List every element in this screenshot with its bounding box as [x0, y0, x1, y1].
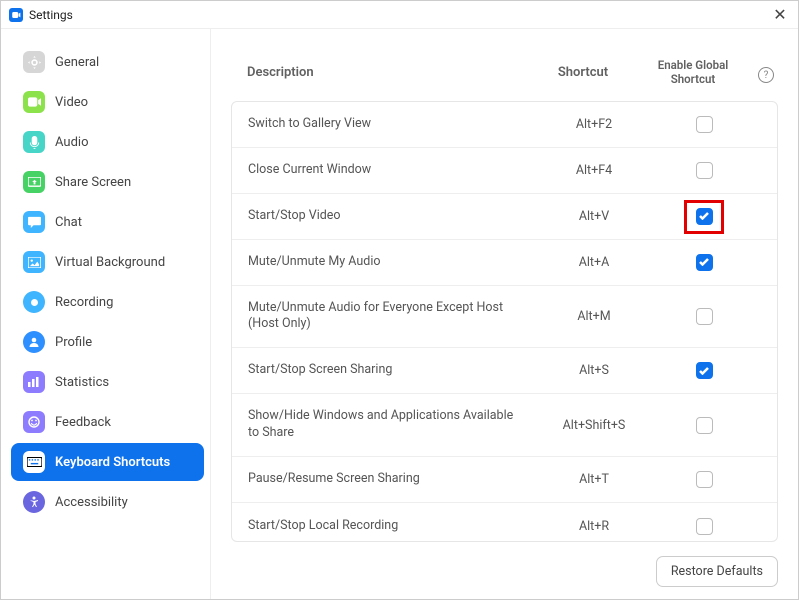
close-icon[interactable]: ✕	[770, 5, 790, 24]
shortcut-keys[interactable]: Alt+V	[529, 209, 659, 224]
shortcut-description: Start/Stop Video	[248, 208, 529, 225]
enable-cell	[659, 254, 749, 271]
sidebar-item-statistics[interactable]: Statistics	[11, 363, 204, 401]
keyboard-icon	[23, 451, 45, 473]
shortcut-description: Mute/Unmute My Audio	[248, 254, 529, 271]
nav-label: Share Screen	[55, 175, 131, 190]
enable-global-checkbox[interactable]	[696, 471, 713, 488]
table-row: Mute/Unmute Audio for Everyone Except Ho…	[232, 286, 777, 349]
sidebar-item-keyboard-shortcuts[interactable]: Keyboard Shortcuts	[11, 443, 204, 481]
nav-label: Keyboard Shortcuts	[55, 455, 170, 470]
help-icon[interactable]: ?	[758, 67, 774, 83]
nav-label: Audio	[55, 135, 88, 150]
table-row: Start/Stop Local RecordingAlt+R	[232, 503, 777, 542]
shortcut-keys[interactable]: Alt+Shift+S	[529, 418, 659, 433]
shortcut-description: Mute/Unmute Audio for Everyone Except Ho…	[248, 300, 529, 334]
table-row: Start/Stop VideoAlt+V	[232, 194, 777, 240]
main-panel: Description Shortcut Enable Global Short…	[211, 29, 798, 599]
window-title: Settings	[29, 8, 73, 22]
nav-label: Accessibility	[55, 495, 128, 510]
record-icon	[23, 291, 45, 313]
table-row: Show/Hide Windows and Applications Avail…	[232, 394, 777, 457]
restore-defaults-button[interactable]: Restore Defaults	[656, 556, 778, 587]
table-row: Mute/Unmute My AudioAlt+A	[232, 240, 777, 286]
enable-cell	[659, 417, 749, 434]
nav-label: Profile	[55, 335, 92, 350]
sidebar-item-audio[interactable]: Audio	[11, 123, 204, 161]
shortcut-description: Pause/Resume Screen Sharing	[248, 471, 529, 488]
header-enable-global: Enable Global Shortcut	[648, 59, 738, 87]
app-icon	[9, 8, 23, 22]
enable-global-checkbox[interactable]	[696, 308, 713, 325]
nav-label: Virtual Background	[55, 255, 165, 270]
shortcut-description: Switch to Gallery View	[248, 116, 529, 133]
image-icon	[23, 251, 45, 273]
enable-global-checkbox[interactable]	[696, 254, 713, 271]
enable-cell	[659, 162, 749, 179]
titlebar: Settings ✕	[1, 1, 798, 29]
nav-label: Feedback	[55, 415, 111, 430]
table-row: Start/Stop Screen SharingAlt+S	[232, 348, 777, 394]
sidebar-item-profile[interactable]: Profile	[11, 323, 204, 361]
shortcut-description: Start/Stop Local Recording	[248, 518, 529, 535]
table-header: Description Shortcut Enable Global Short…	[231, 49, 778, 101]
shortcut-keys[interactable]: Alt+F2	[529, 117, 659, 132]
sidebar-item-general[interactable]: General	[11, 43, 204, 81]
nav-label: General	[55, 55, 99, 70]
enable-cell	[659, 471, 749, 488]
sidebar: General Video Audio Share Screen Chat Vi…	[1, 29, 211, 599]
table-row: Close Current WindowAlt+F4	[232, 148, 777, 194]
nav-label: Recording	[55, 295, 113, 310]
enable-global-checkbox[interactable]	[696, 518, 713, 535]
chat-icon	[23, 211, 45, 233]
shortcut-description: Close Current Window	[248, 162, 529, 179]
shortcuts-table[interactable]: Switch to Gallery ViewAlt+F2Close Curren…	[231, 101, 778, 542]
smiley-icon	[23, 411, 45, 433]
share-screen-icon	[23, 171, 45, 193]
enable-cell	[659, 308, 749, 325]
header-shortcut: Shortcut	[518, 65, 648, 80]
nav-label: Statistics	[55, 375, 109, 390]
sidebar-item-share-screen[interactable]: Share Screen	[11, 163, 204, 201]
header-description: Description	[247, 65, 518, 80]
shortcut-keys[interactable]: Alt+S	[529, 363, 659, 378]
shortcut-description: Start/Stop Screen Sharing	[248, 362, 529, 379]
sidebar-item-feedback[interactable]: Feedback	[11, 403, 204, 441]
enable-global-checkbox[interactable]	[696, 162, 713, 179]
shortcut-description: Show/Hide Windows and Applications Avail…	[248, 408, 529, 442]
gear-icon	[23, 51, 45, 73]
sidebar-item-recording[interactable]: Recording	[11, 283, 204, 321]
shortcut-keys[interactable]: Alt+M	[529, 309, 659, 324]
shortcut-keys[interactable]: Alt+F4	[529, 163, 659, 178]
table-row: Pause/Resume Screen SharingAlt+T	[232, 457, 777, 503]
enable-cell	[659, 208, 749, 225]
stats-icon	[23, 371, 45, 393]
sidebar-item-video[interactable]: Video	[11, 83, 204, 121]
nav-label: Chat	[55, 215, 82, 230]
sidebar-item-chat[interactable]: Chat	[11, 203, 204, 241]
sidebar-item-accessibility[interactable]: Accessibility	[11, 483, 204, 521]
shortcut-keys[interactable]: Alt+A	[529, 255, 659, 270]
shortcut-keys[interactable]: Alt+R	[529, 519, 659, 534]
enable-global-checkbox[interactable]	[696, 116, 713, 133]
enable-global-checkbox[interactable]	[696, 362, 713, 379]
person-icon	[23, 331, 45, 353]
enable-cell	[659, 518, 749, 535]
enable-cell	[659, 116, 749, 133]
shortcut-keys[interactable]: Alt+T	[529, 472, 659, 487]
audio-icon	[23, 131, 45, 153]
video-icon	[23, 91, 45, 113]
table-row: Switch to Gallery ViewAlt+F2	[232, 102, 777, 148]
accessibility-icon	[23, 491, 45, 513]
nav-label: Video	[55, 95, 88, 110]
sidebar-item-virtual-background[interactable]: Virtual Background	[11, 243, 204, 281]
enable-global-checkbox[interactable]	[696, 208, 713, 225]
enable-global-checkbox[interactable]	[696, 417, 713, 434]
enable-cell	[659, 362, 749, 379]
